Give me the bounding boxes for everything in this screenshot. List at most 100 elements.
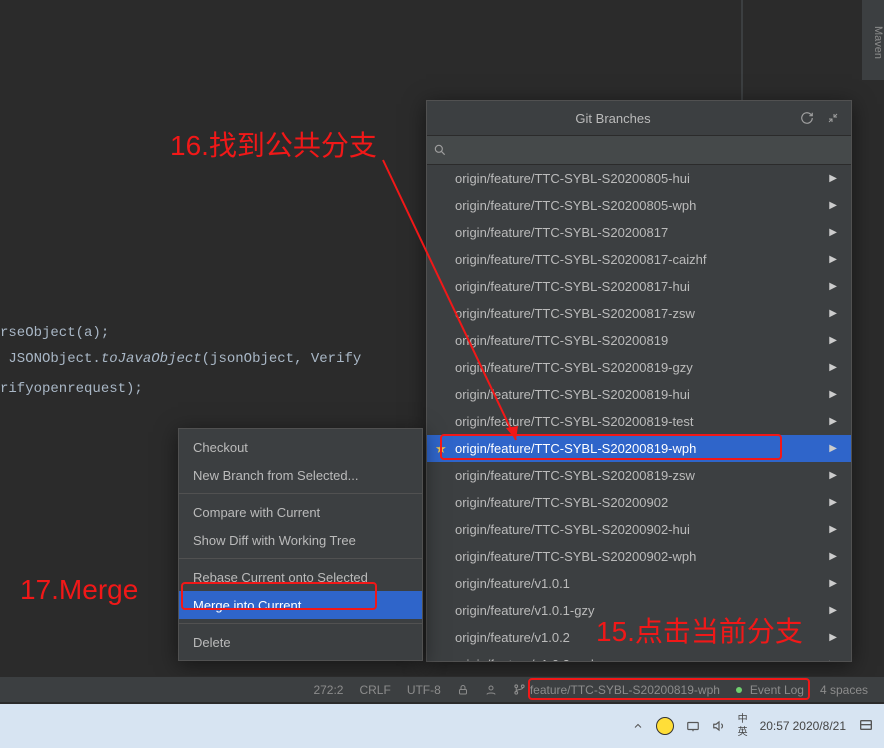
branch-label: origin/feature/TTC-SYBL-S20200805-hui	[455, 171, 690, 186]
search-icon	[433, 143, 447, 157]
menu-item[interactable]: Show Diff with Working Tree	[179, 526, 422, 554]
branch-item[interactable]: origin/feature/TTC-SYBL-S20200819-zsw ▶	[427, 462, 851, 489]
git-branch-status[interactable]: feature/TTC-SYBL-S20200819-wph	[505, 683, 728, 697]
submenu-arrow-icon: ▶	[829, 416, 837, 427]
tray-ime[interactable]: 中 英	[738, 715, 748, 738]
tray-notification-icon[interactable]	[858, 718, 874, 734]
menu-item[interactable]: Rebase Current onto Selected	[179, 563, 422, 591]
branch-item[interactable]: origin/feature/TTC-SYBL-S20200819-gzy ▶	[427, 354, 851, 381]
branch-label: origin/feature/TTC-SYBL-S20200817-hui	[455, 279, 690, 294]
branch-label: origin/feature/TTC-SYBL-S20200817-caizhf	[455, 252, 706, 267]
branches-list[interactable]: origin/feature/TTC-SYBL-S20200805-hui▶or…	[427, 165, 851, 661]
branches-search[interactable]	[427, 135, 851, 165]
submenu-arrow-icon: ▶	[829, 497, 837, 508]
line-ending[interactable]: CRLF	[351, 683, 398, 697]
caret-position[interactable]: 272:2	[305, 683, 351, 697]
event-log[interactable]: Event Log	[728, 683, 812, 697]
submenu-arrow-icon: ▶	[829, 470, 837, 481]
submenu-arrow-icon: ▶	[829, 659, 837, 661]
menu-separator	[179, 558, 422, 559]
menu-item[interactable]: Delete	[179, 628, 422, 656]
submenu-arrow-icon: ▶	[829, 281, 837, 292]
branch-label: origin/feature/TTC-SYBL-S20200902-wph	[455, 549, 696, 564]
git-branch-name: feature/TTC-SYBL-S20200819-wph	[530, 683, 720, 697]
branch-item[interactable]: ★ origin/feature/TTC-SYBL-S20200819-wph ▶	[427, 435, 851, 462]
branch-item[interactable]: origin/feature/v1.0.1 ▶	[427, 570, 851, 597]
tray-network-icon[interactable]	[686, 719, 700, 733]
system-tray: 中 英 20:57 2020/8/21	[632, 715, 874, 738]
branch-item[interactable]: origin/feature/TTC-SYBL-S20200819 ▶	[427, 327, 851, 354]
branch-item[interactable]: origin/feature/TTC-SYBL-S20200819-hui ▶	[427, 381, 851, 408]
branch-context-menu: CheckoutNew Branch from Selected... Compa…	[178, 428, 423, 661]
branch-icon	[513, 683, 526, 696]
menu-separator	[179, 493, 422, 494]
side-panel-maven[interactable]: Maven	[862, 0, 884, 80]
submenu-arrow-icon: ▶	[829, 308, 837, 319]
branches-search-input[interactable]	[453, 143, 845, 158]
file-encoding[interactable]: UTF-8	[399, 683, 449, 697]
menu-item[interactable]: Merge into Current	[179, 591, 422, 619]
branch-label: origin/feature/TTC-SYBL-S20200819-wph	[455, 441, 696, 456]
branch-item[interactable]: origin/feature/TTC-SYBL-S20200817 ▶	[427, 219, 851, 246]
menu-item[interactable]: Compare with Current	[179, 498, 422, 526]
branch-label: origin/feature/TTC-SYBL-S20200819-zsw	[455, 468, 695, 483]
branch-item[interactable]: origin/feature/TTC-SYBL-S20200819-test ▶	[427, 408, 851, 435]
branch-item[interactable]: origin/feature/TTC-SYBL-S20200902 ▶	[427, 489, 851, 516]
branch-item[interactable]: origin/feature/TTC-SYBL-S20200817-zsw ▶	[427, 300, 851, 327]
branch-label: origin/feature/v1.0.2-wph	[455, 657, 598, 661]
tray-clock[interactable]: 20:57 2020/8/21	[760, 719, 846, 733]
submenu-arrow-icon: ▶	[829, 200, 837, 211]
submenu-arrow-icon: ▶	[829, 443, 837, 454]
menu-separator	[179, 623, 422, 624]
branch-label: origin/feature/TTC-SYBL-S20200817-zsw	[455, 306, 695, 321]
ide-status-bar: 272:2 CRLF UTF-8 feature/TTC-SYBL-S20200…	[0, 676, 884, 702]
submenu-arrow-icon: ▶	[829, 524, 837, 535]
branch-label: origin/feature/TTC-SYBL-S20200902-hui	[455, 522, 690, 537]
branch-label: origin/feature/TTC-SYBL-S20200819-gzy	[455, 360, 693, 375]
submenu-arrow-icon: ▶	[829, 173, 837, 184]
popup-titlebar: Git Branches	[427, 101, 851, 135]
branch-label: origin/feature/TTC-SYBL-S20200817	[455, 225, 668, 240]
branch-label: origin/feature/TTC-SYBL-S20200819-hui	[455, 387, 690, 402]
submenu-arrow-icon: ▶	[829, 578, 837, 589]
branch-label: origin/feature/v1.0.2	[455, 630, 570, 645]
git-branches-popup: Git Branches origin/feature/TTC-SYBL-S20…	[426, 100, 852, 662]
branch-item[interactable]: origin/feature/TTC-SYBL-S20200817-caizhf…	[427, 246, 851, 273]
submenu-arrow-icon: ▶	[829, 227, 837, 238]
event-log-dot	[736, 687, 742, 693]
collapse-icon[interactable]	[823, 108, 843, 128]
windows-taskbar: 中 英 20:57 2020/8/21	[0, 704, 884, 748]
branch-label: origin/feature/TTC-SYBL-S20200819-test	[455, 414, 693, 429]
submenu-arrow-icon: ▶	[829, 335, 837, 346]
branch-label: origin/feature/TTC-SYBL-S20200902	[455, 495, 668, 510]
tray-qq-icon[interactable]	[656, 717, 674, 735]
menu-item[interactable]: Checkout	[179, 433, 422, 461]
branch-item[interactable]: origin/feature/v1.0.1-gzy ▶	[427, 597, 851, 624]
branch-item[interactable]: origin/feature/v1.0.2-wph ▶	[427, 651, 851, 661]
branch-label: origin/feature/TTC-SYBL-S20200805-wph	[455, 198, 696, 213]
tray-volume-icon[interactable]	[712, 719, 726, 733]
branch-item[interactable]: origin/feature/TTC-SYBL-S20200817-hui ▶	[427, 273, 851, 300]
branch-label: origin/feature/v1.0.1	[455, 576, 570, 591]
submenu-arrow-icon: ▶	[829, 632, 837, 643]
submenu-arrow-icon: ▶	[829, 362, 837, 373]
branch-item[interactable]: origin/feature/TTC-SYBL-S20200805-wph ▶	[427, 192, 851, 219]
submenu-arrow-icon: ▶	[829, 389, 837, 400]
branch-item[interactable]: origin/feature/TTC-SYBL-S20200902-wph ▶	[427, 543, 851, 570]
submenu-arrow-icon: ▶	[829, 605, 837, 616]
branch-label: origin/feature/v1.0.1-gzy	[455, 603, 594, 618]
submenu-arrow-icon: ▶	[829, 254, 837, 265]
menu-item[interactable]: New Branch from Selected...	[179, 461, 422, 489]
tray-chevron-icon[interactable]	[632, 720, 644, 732]
inspections-icon[interactable]	[477, 684, 505, 696]
submenu-arrow-icon: ▶	[829, 551, 837, 562]
branch-item[interactable]: origin/feature/TTC-SYBL-S20200902-hui ▶	[427, 516, 851, 543]
lock-icon[interactable]	[449, 684, 477, 696]
indent-setting[interactable]: 4 spaces	[812, 683, 876, 697]
branch-item[interactable]: origin/feature/TTC-SYBL-S20200805-hui ▶	[427, 165, 851, 192]
popup-title: Git Branches	[435, 111, 791, 126]
branch-item[interactable]: origin/feature/v1.0.2 ▶	[427, 624, 851, 651]
refresh-icon[interactable]	[797, 108, 817, 128]
star-icon: ★	[435, 441, 447, 457]
branch-label: origin/feature/TTC-SYBL-S20200819	[455, 333, 668, 348]
